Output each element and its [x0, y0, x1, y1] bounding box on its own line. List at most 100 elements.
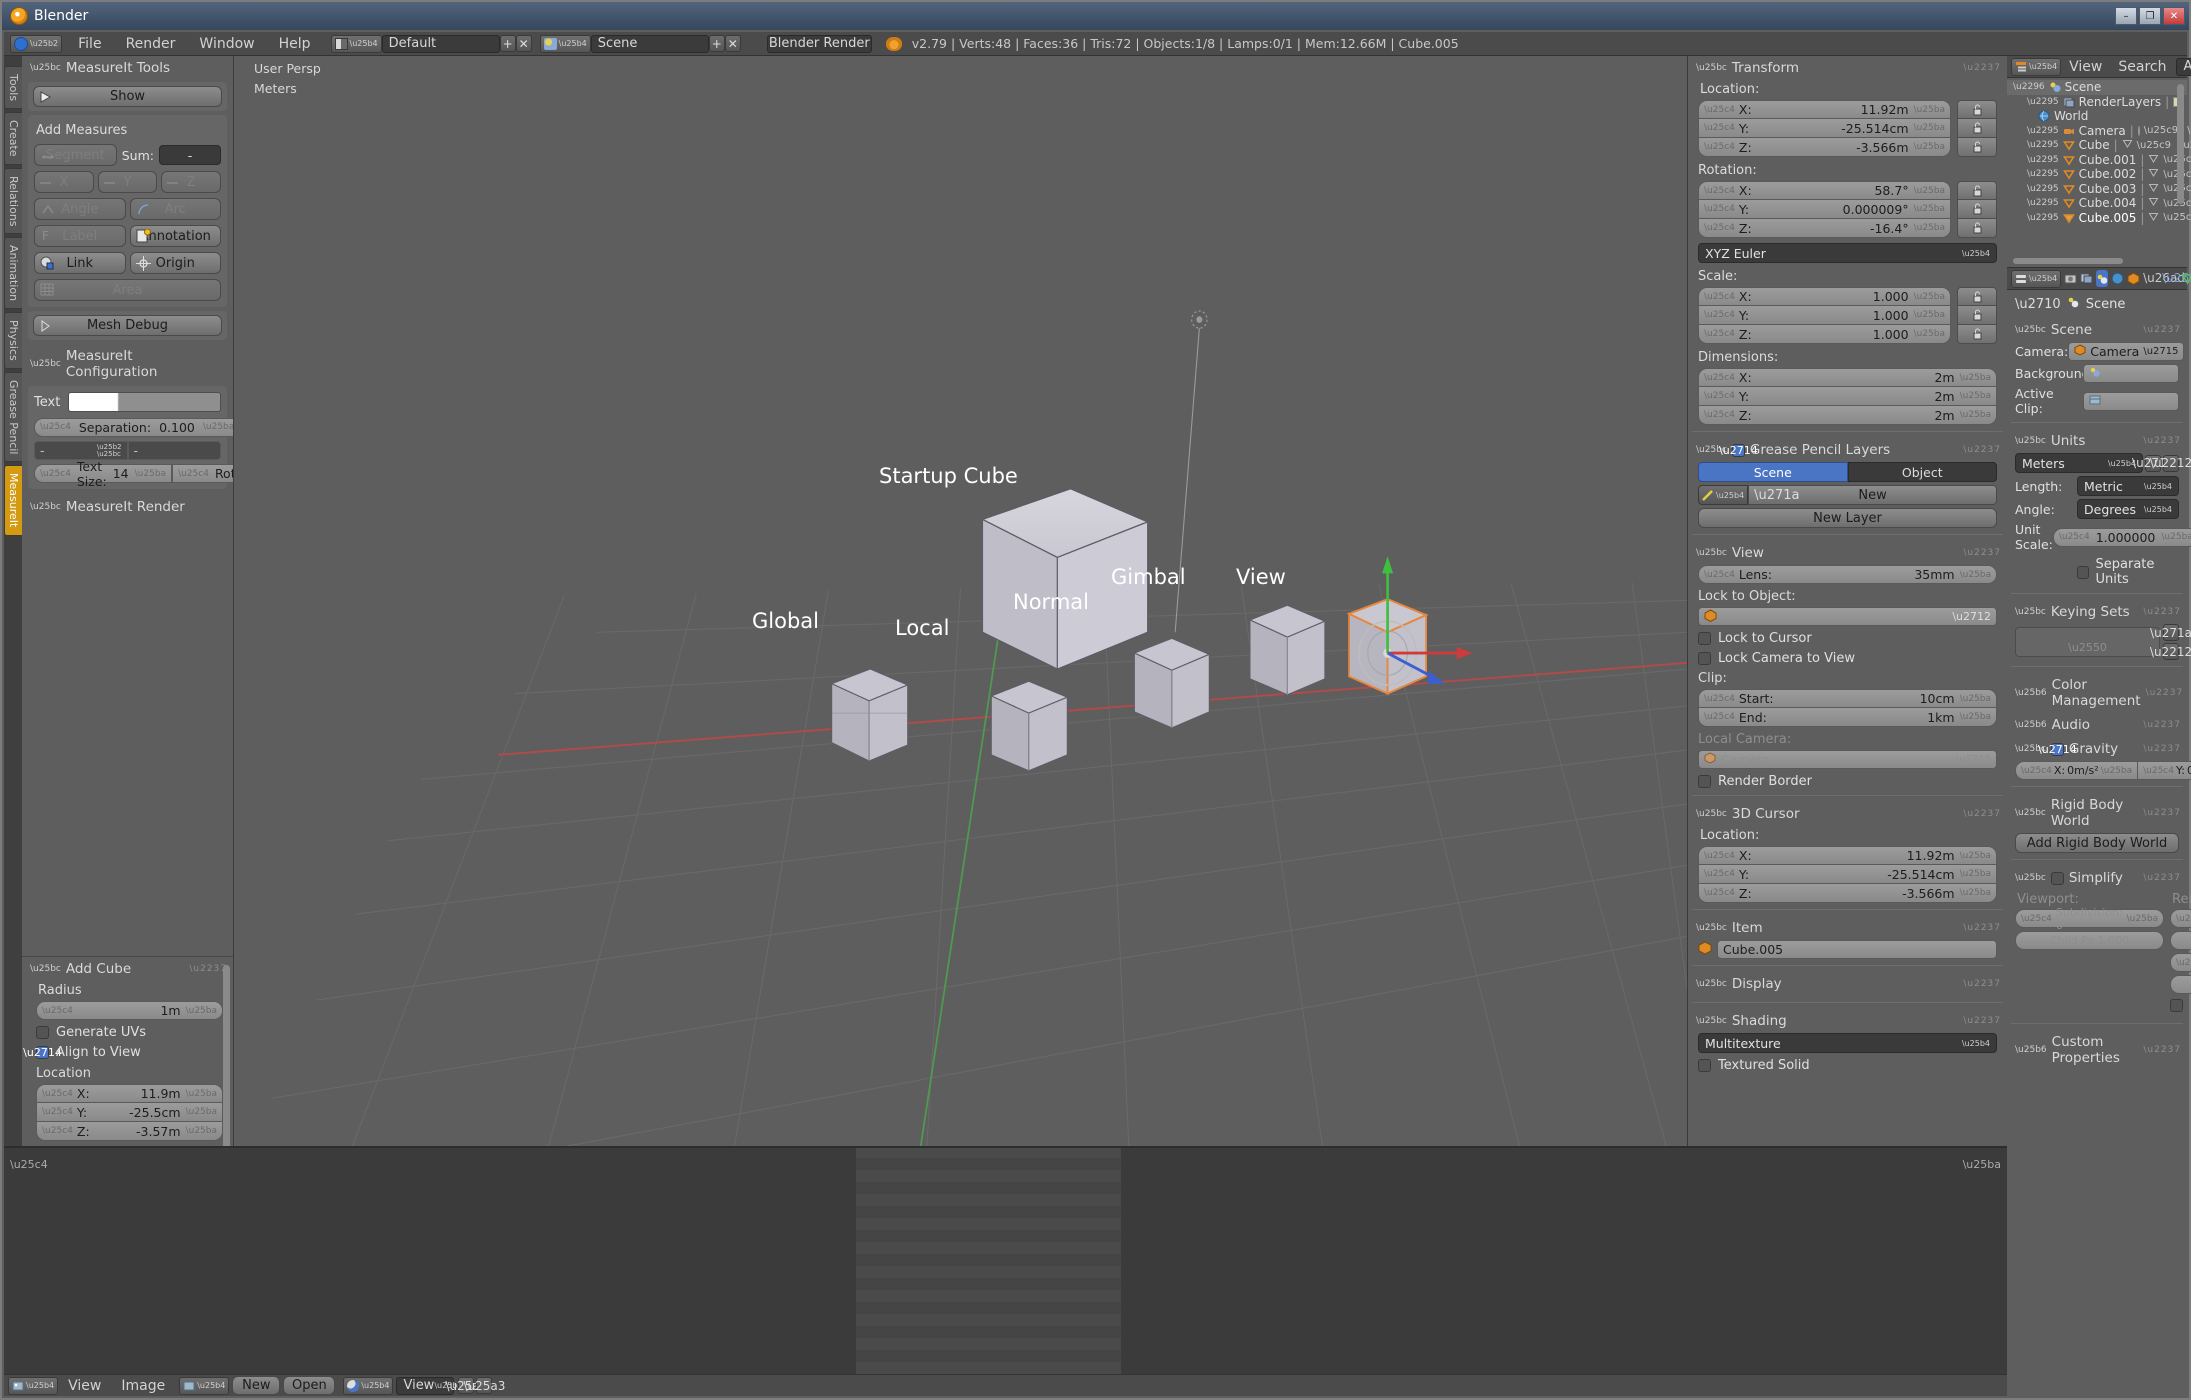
lens-field[interactable]: \u25c4 Lens: 35mm \u25ba: [1698, 565, 1997, 584]
cursor-location-x[interactable]: \u25c4 X: 11.92m \u25ba: [1698, 846, 1997, 865]
shading-mode-dropdown[interactable]: Multitexture \u25b4: [1698, 1033, 1997, 1053]
scene-background-field[interactable]: [2083, 364, 2179, 383]
outliner-row-cube-001[interactable]: \u2295 Cube.001 | \u25c9 \u27a4 \u25a3: [2007, 153, 2191, 168]
transform-scale-x[interactable]: \u25c4 X: 1.000 \u25ba: [1698, 287, 1951, 306]
selectable-cursor-icon[interactable]: \u27a4: [2187, 125, 2191, 136]
outliner-row-camera[interactable]: \u2295 Camera | \u25c9 \u27a4 \u25a3: [2007, 124, 2191, 139]
cursor-location-y[interactable]: \u25c4 Y: -25.514cm \u25ba: [1698, 865, 1997, 884]
3d-cursor-panel-header[interactable]: \u25bc 3D Cursor \u2237: [1688, 802, 2007, 826]
style-dropdown[interactable]: -: [127, 441, 221, 460]
maximize-button[interactable]: ❐: [2139, 7, 2161, 25]
text-size-field[interactable]: \u25c4 Text Size: 14 \u25ba: [34, 459, 173, 489]
textured-solid-checkbox[interactable]: [1698, 1059, 1711, 1072]
prop-tab-object[interactable]: [2127, 271, 2140, 287]
add-cube-panel-header[interactable]: \u25bc Add Cube \u2237: [22, 957, 233, 981]
mesh-debug-button[interactable]: Mesh Debug: [33, 315, 222, 336]
length-dropdown[interactable]: Metric \u25b4: [2077, 476, 2179, 496]
outliner-row-cube[interactable]: \u2295 Cube | \u25c9 \u27a4 \u25a3: [2007, 138, 2191, 153]
image-pivot-icon[interactable]: \u25b4: [343, 1376, 394, 1395]
generate-uvs-row[interactable]: Generate UVs: [36, 1025, 223, 1040]
lock-rotation-x-button[interactable]: [1957, 181, 1997, 200]
shading-panel-header[interactable]: \u25bc Shading \u2237: [1688, 1009, 2007, 1033]
lock-location-y-button[interactable]: [1957, 119, 1997, 138]
origin-button[interactable]: Origin: [129, 252, 221, 274]
scene-dropdown[interactable]: Scene: [590, 34, 709, 53]
gp-brush-selector[interactable]: \u25b4: [1698, 485, 1749, 505]
rigid-body-panel-header[interactable]: \u25bc Rigid Body World \u2237: [2007, 793, 2187, 833]
add-keying-set-button[interactable]: \u271a: [2150, 624, 2191, 641]
skip-quad-row[interactable]: Skip Quad to ...: [2170, 999, 2191, 1012]
show-button[interactable]: Show: [33, 86, 222, 107]
simplify-panel-header[interactable]: \u25bc Simplify \u2237: [2007, 866, 2187, 890]
transform-rotation-x[interactable]: \u25c4 X: 58.7° \u25ba: [1698, 181, 1951, 200]
delete-scene-button[interactable]: ✕: [724, 35, 741, 52]
simplify-checkbox[interactable]: [2050, 871, 2064, 885]
new-image-button[interactable]: New: [232, 1376, 281, 1395]
render-shadow-samples-field[interactable]: \u25c4Shadow Sa:16\u25ba: [2170, 953, 2191, 972]
grease-pencil-panel-header[interactable]: \u25bc \u2714 Grease Pencil Layers \u223…: [1688, 438, 2007, 462]
prop-tab-scene[interactable]: [2096, 270, 2109, 287]
tab-grease-pencil[interactable]: Grease Pencil: [4, 371, 22, 463]
prop-tab-data[interactable]: [2181, 271, 2191, 287]
transform-location-x[interactable]: \u25c4 X: 11.92m \u25ba: [1698, 100, 1951, 119]
scene-panel-header[interactable]: \u25bc Scene \u2237: [2007, 318, 2187, 342]
properties-editor-type-selector[interactable]: \u25b4: [2011, 269, 2062, 288]
lock-rotation-y-button[interactable]: [1957, 200, 1997, 219]
lock-scale-x-button[interactable]: [1957, 287, 1997, 306]
textured-solid-row[interactable]: Textured Solid: [1698, 1058, 1997, 1073]
lock-to-cursor-checkbox[interactable]: [1698, 632, 1711, 645]
add-cube-loc-y[interactable]: \u25c4 Y: -25.5cm \u25ba: [36, 1103, 223, 1122]
image-editor-right-arrow[interactable]: \u25ba: [1963, 1158, 2001, 1171]
transform-panel-header[interactable]: \u25bc Transform \u2237: [1688, 56, 2007, 80]
scene-icon[interactable]: \u25b4: [539, 34, 591, 53]
eyedropper-icon[interactable]: \u2712: [1952, 610, 1991, 623]
visibility-eye-icon[interactable]: \u25c9: [2144, 125, 2178, 136]
scene-camera-field[interactable]: Camera \u2715: [2068, 342, 2185, 361]
pin-id-icon[interactable]: \u2710: [2015, 297, 2061, 312]
separate-units-checkbox[interactable]: [2077, 565, 2089, 579]
measure-z-button[interactable]: Z: [161, 171, 221, 193]
angle-button[interactable]: Angle: [34, 198, 126, 220]
tab-create[interactable]: Create: [4, 112, 22, 165]
editor-type-selector[interactable]: \u25b2: [10, 34, 63, 53]
area-button[interactable]: Area: [34, 279, 221, 301]
outliner-display-mode[interactable]: All Scenes: [2176, 57, 2191, 76]
gravity-x-field[interactable]: \u25c4 X: 0m/s² \u25ba: [2015, 761, 2139, 780]
transform-location-z[interactable]: \u25c4 Z: -3.566m \u25ba: [1698, 138, 1951, 157]
align-to-view-row[interactable]: \u2714 Align to View: [23, 1045, 223, 1060]
gravity-y-field[interactable]: \u25c4Y:0m/s²\u25ba: [2138, 761, 2191, 780]
clip-end-field[interactable]: \u25c4 End: 1km \u25ba: [1698, 708, 1997, 727]
text-color-swatch[interactable]: [68, 392, 221, 412]
measureit-config-panel-header[interactable]: \u25bc MeasureIt Configuration: [22, 346, 233, 384]
clip-start-field[interactable]: \u25c4 Start: 10cm \u25ba: [1698, 689, 1997, 708]
measure-x-button[interactable]: X: [34, 171, 94, 193]
segment-button[interactable]: Segment: [34, 144, 117, 166]
display-panel-header[interactable]: \u25bc Display \u2237: [1688, 972, 2007, 996]
unit-scale-field[interactable]: \u25c4 1.000000 \u25ba: [2052, 527, 2191, 547]
keying-sets-panel-header[interactable]: \u25bc Keying Sets \u2237: [2007, 600, 2187, 624]
prop-tab-world[interactable]: [2111, 271, 2124, 287]
outliner-row-cube-003[interactable]: \u2295 Cube.003 | \u25c9 \u27a4 \u25a3: [2007, 182, 2191, 197]
image-menu-view[interactable]: View: [58, 1378, 111, 1394]
gravity-checkbox[interactable]: \u2714: [2038, 742, 2077, 756]
image-menu-image[interactable]: Image: [111, 1378, 175, 1394]
lock-scale-y-button[interactable]: [1957, 306, 1997, 325]
remove-unit-button[interactable]: \u2212: [2150, 454, 2191, 472]
add-rigid-body-world-button[interactable]: Add Rigid Body World: [2015, 833, 2179, 853]
measureit-tools-panel-header[interactable]: \u25bc MeasureIt Tools: [22, 56, 233, 80]
transform-location-y[interactable]: \u25c4 Y: -25.514cm \u25ba: [1698, 119, 1951, 138]
transform-scale-y[interactable]: \u25c4 Y: 1.000 \u25ba: [1698, 306, 1951, 325]
clear-local-camera-icon[interactable]: \u2715: [1956, 754, 1991, 765]
open-image-button[interactable]: Open: [283, 1376, 336, 1395]
render-border-checkbox[interactable]: [1698, 775, 1711, 788]
prop-tab-render-layers[interactable]: [2080, 271, 2093, 287]
skip-quad-checkbox[interactable]: [2170, 999, 2184, 1012]
lock-rotation-z-button[interactable]: [1957, 219, 1997, 238]
sum-dropdown[interactable]: -: [159, 145, 221, 165]
image-editor-canvas[interactable]: \u25c4 \u25ba: [4, 1148, 2007, 1374]
transform-scale-z[interactable]: \u25c4 Z: 1.000 \u25ba: [1698, 325, 1951, 344]
tab-relations[interactable]: Relations: [4, 167, 22, 235]
menu-help[interactable]: Help: [267, 36, 323, 52]
screen-layout-icon[interactable]: \u25b4: [330, 34, 382, 53]
transform-dimensions-z[interactable]: \u25c4 Z: 2m \u25ba: [1698, 406, 1997, 425]
